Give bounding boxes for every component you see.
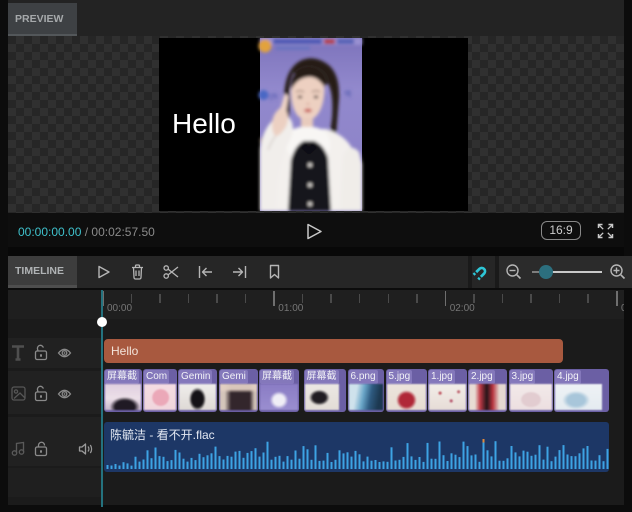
svg-text:액: 액: [344, 89, 351, 99]
svg-text:(升: (升: [269, 92, 278, 101]
